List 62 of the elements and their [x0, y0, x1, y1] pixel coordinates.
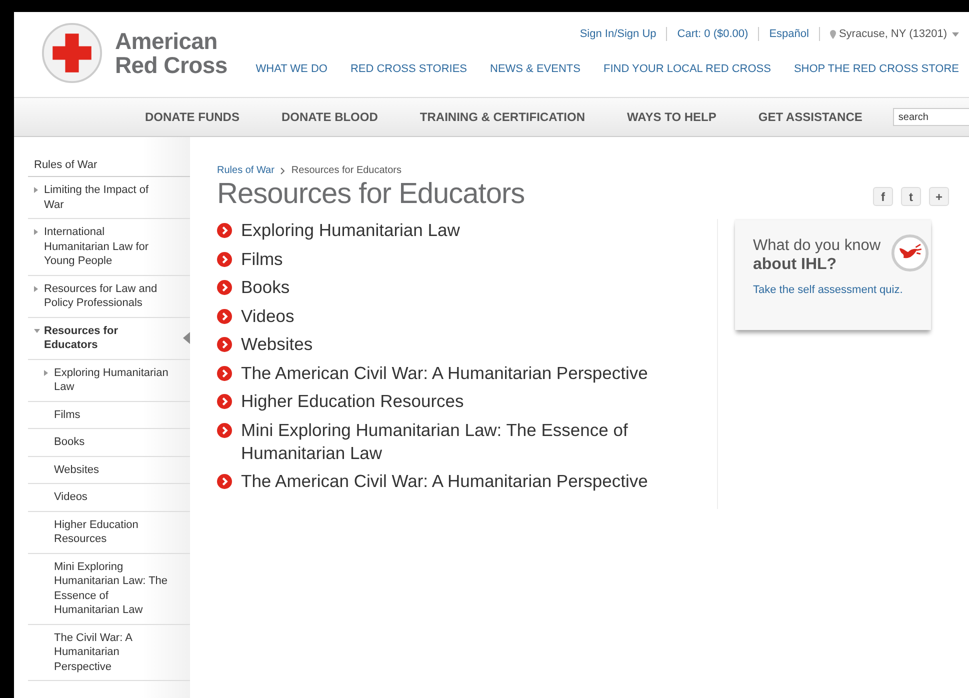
sidebar-item[interactable]: Mini Exploring Humanitarian Law: The Essence of Humanitarian Law: [54, 560, 174, 618]
arrow-bullet-icon: [217, 223, 232, 238]
sidebar-item[interactable]: Films: [54, 408, 80, 422]
resource-link[interactable]: The American Civil War: A Humanitarian Perspective: [241, 470, 661, 493]
arrow-bullet-icon: [217, 394, 232, 409]
cross-logo-icon[interactable]: [41, 22, 103, 84]
arrow-bullet-icon: [217, 280, 232, 295]
breadcrumb-item[interactable]: Rules of War: [217, 165, 274, 176]
resource-link[interactable]: Mini Exploring Humanitarian Law: The Essence of Humanitarian Law: [241, 418, 661, 464]
current-pointer-icon: [183, 332, 190, 344]
sidebar-item[interactable]: Videos: [54, 490, 88, 504]
main-nav-link[interactable]: GET ASSISTANCE: [737, 110, 884, 124]
page-title: Resources for Educators: [217, 178, 525, 211]
share-button[interactable]: +: [929, 187, 949, 206]
search-field[interactable]: search: [893, 108, 969, 126]
sidebar-item[interactable]: Higher Education Resources: [54, 518, 174, 546]
resource-link[interactable]: Books: [241, 276, 661, 299]
sidebar-item[interactable]: Exploring Humanitarian Law: [54, 366, 174, 394]
quiz-heading: about IHL?: [753, 255, 838, 274]
sidebar-item[interactable]: Resources for Law and Policy Professionals: [44, 282, 164, 310]
main-nav-link[interactable]: DONATE BLOOD: [260, 110, 399, 124]
logo-text[interactable]: American: [115, 28, 228, 52]
top-nav-link[interactable]: NEWS & EVENTS: [490, 63, 580, 75]
arrow-bullet-icon: [217, 252, 232, 266]
resource-link[interactable]: Exploring Humanitarian Law: [241, 219, 661, 242]
utility-link[interactable]: Español: [769, 28, 809, 40]
resource-link[interactable]: The American Civil War: A Humanitarian Perspective: [241, 362, 661, 384]
arrow-bullet-icon: [217, 422, 232, 438]
chevron-icon: [280, 166, 286, 174]
quiz-heading: What do you know: [753, 236, 881, 255]
quiz-link[interactable]: Take the self assessment quiz.: [753, 284, 903, 296]
top-nav-link[interactable]: SHOP THE RED CROSS STORE: [794, 63, 959, 75]
sidebar-item[interactable]: Limiting the Impact of War: [44, 183, 164, 212]
resource-link[interactable]: Films: [241, 248, 661, 270]
caret-icon[interactable]: [952, 32, 959, 36]
sidebar-item[interactable]: International Humanitarian Law for Young People: [44, 225, 164, 268]
main-nav-link[interactable]: WAYS TO HELP: [606, 110, 738, 124]
share-button[interactable]: t: [901, 187, 921, 206]
resource-link[interactable]: Websites: [241, 333, 661, 356]
resource-link[interactable]: Videos: [241, 304, 661, 328]
arrow-bullet-icon: [217, 337, 232, 352]
top-nav-link[interactable]: WHAT WE DO: [256, 63, 328, 75]
sidebar-item[interactable]: Resources for Educators: [44, 324, 164, 352]
utility-link[interactable]: Sign In/Sign Up: [580, 28, 656, 40]
top-nav-link[interactable]: RED CROSS STORIES: [350, 63, 467, 75]
sidebar-item[interactable]: Websites: [54, 462, 100, 477]
utility-link[interactable]: Cart: 0 ($0.00): [677, 28, 748, 40]
main-nav-link[interactable]: DONATE FUNDS: [124, 110, 260, 124]
main-nav-link[interactable]: TRAINING & CERTIFICATION: [398, 110, 606, 124]
share-button[interactable]: f: [873, 187, 893, 206]
sidebar-item[interactable]: The Civil War: A Humanitarian Perspective: [54, 630, 174, 674]
location-pin-icon: [830, 30, 836, 38]
breadcrumb-item: Resources for Educators: [291, 165, 402, 176]
sidebar-item[interactable]: Books: [54, 435, 85, 450]
sidebar-title[interactable]: Rules of War: [28, 155, 190, 177]
location-link[interactable]: Syracuse, NY (13201): [838, 28, 947, 40]
arrow-bullet-icon: [217, 366, 232, 380]
arrow-bullet-icon: [217, 308, 232, 324]
resource-link[interactable]: Higher Education Resources: [241, 390, 661, 413]
arrow-bullet-icon: [217, 474, 232, 489]
top-nav-link[interactable]: FIND YOUR LOCAL RED CROSS: [603, 63, 771, 75]
logo-text[interactable]: Red Cross: [115, 52, 228, 76]
